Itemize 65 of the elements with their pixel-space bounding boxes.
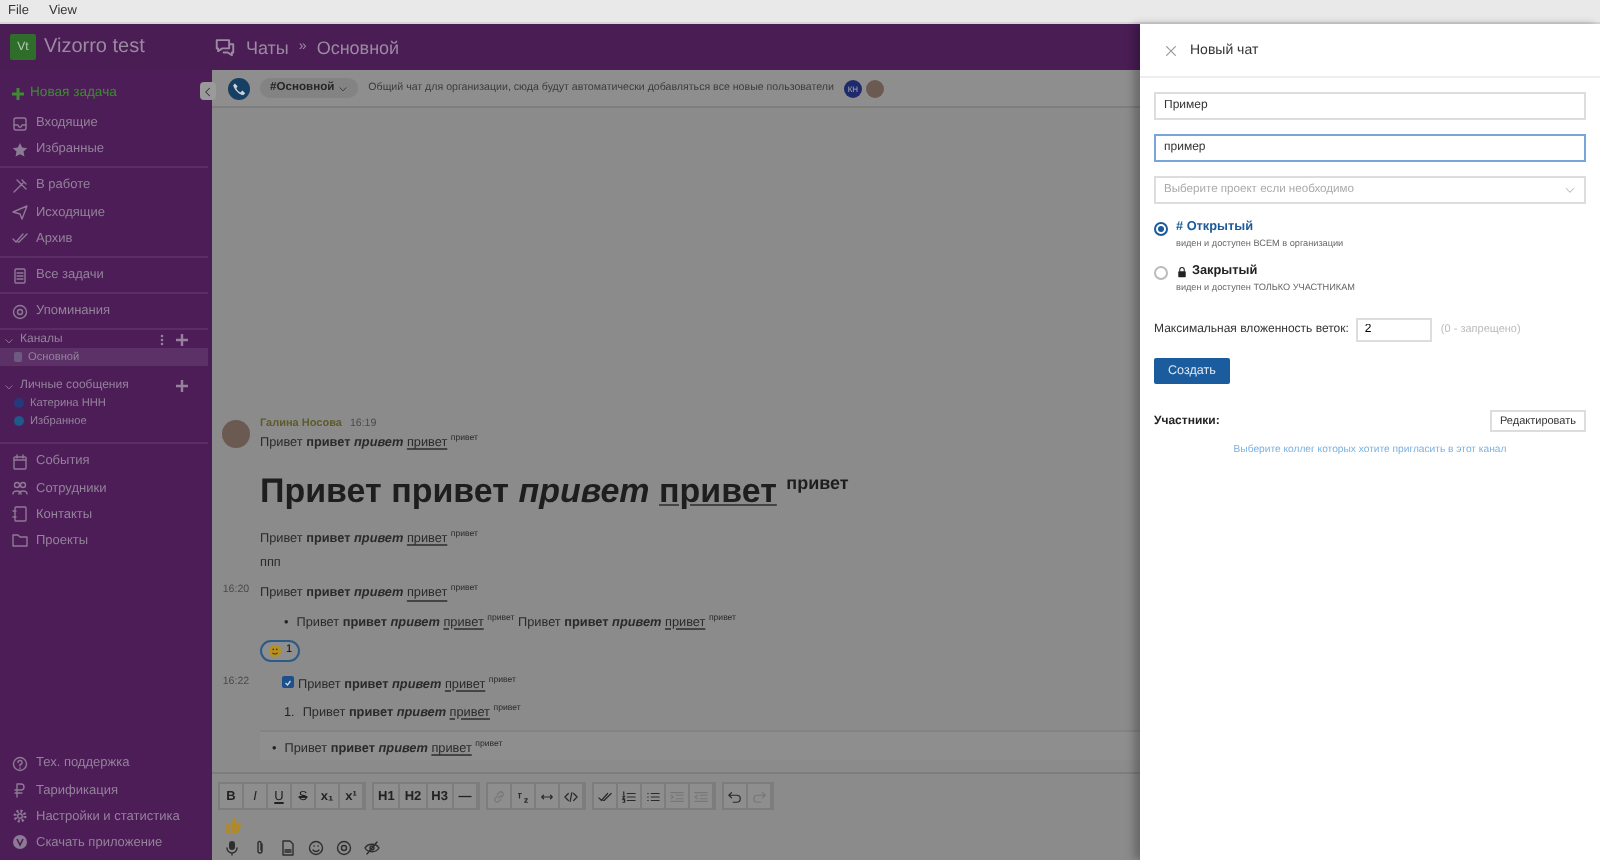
swap-icon [539, 789, 554, 803]
book-icon [12, 506, 28, 523]
check-button[interactable] [593, 784, 618, 808]
caret-icon [338, 83, 349, 93]
microphone-icon [224, 840, 240, 856]
people-icon [12, 480, 28, 497]
emoji-icon [268, 643, 282, 658]
breadcrumb-link[interactable]: Чаты [246, 37, 289, 57]
check-icon [597, 789, 612, 803]
folder-icon [12, 532, 28, 549]
star-icon [12, 141, 28, 158]
ordered-button[interactable] [617, 784, 642, 808]
bulleted-button[interactable] [641, 784, 666, 808]
eye-off-icon [364, 840, 380, 856]
collapse-button[interactable] [200, 82, 216, 100]
close-icon [1164, 43, 1178, 57]
lock-icon [1176, 265, 1188, 277]
tools-icon [12, 177, 28, 194]
code-icon [563, 789, 578, 803]
workspace-name: Vizorro test [44, 36, 145, 58]
download-badge-icon [12, 834, 28, 851]
smiley-icon [308, 840, 324, 856]
format-icon [515, 789, 530, 803]
at-button[interactable] [336, 840, 352, 856]
eye-off-button[interactable] [364, 840, 380, 856]
caret-icon [1564, 184, 1576, 196]
close-button[interactable] [1164, 43, 1178, 57]
thumbs-up-icon [224, 816, 242, 834]
plus-icon[interactable] [176, 334, 188, 347]
at-icon [12, 303, 28, 320]
radio-button[interactable] [1154, 266, 1168, 280]
undo-icon [727, 789, 742, 803]
send-icon [12, 204, 28, 221]
caret-icon [4, 381, 14, 392]
plus-icon [12, 87, 24, 99]
chat-icon [214, 36, 236, 58]
radio-button[interactable] [1154, 222, 1168, 236]
checkbox[interactable] [282, 676, 294, 689]
caret-icon [4, 335, 14, 346]
code-button[interactable] [559, 784, 584, 808]
paperclip-button[interactable] [252, 840, 268, 856]
paperclip-icon [252, 840, 268, 856]
gear-icon [12, 808, 28, 825]
breadcrumb-current: Основной [316, 37, 400, 57]
undo-button[interactable] [723, 784, 748, 808]
bulleted-icon [645, 789, 660, 803]
list-icon [12, 267, 28, 284]
at-icon [336, 840, 352, 856]
avatar-photo [865, 79, 884, 97]
document-button[interactable] [280, 840, 296, 856]
inbox-icon [12, 115, 28, 132]
message-heading: Привет привет привет привет $^{привет}$ [260, 472, 851, 513]
check-icon [12, 230, 28, 247]
chevron-left-icon [202, 85, 214, 97]
plus-icon[interactable] [176, 380, 188, 393]
microphone-button[interactable] [224, 840, 240, 856]
calendar-icon [12, 453, 28, 470]
swap-button[interactable] [535, 784, 560, 808]
ordered-icon [621, 789, 636, 803]
currency-icon [12, 782, 28, 799]
smiley-button[interactable] [308, 840, 324, 856]
question-icon [12, 755, 28, 772]
avatar-photo [222, 420, 250, 449]
phone-icon [228, 77, 250, 99]
document-icon [280, 840, 296, 856]
